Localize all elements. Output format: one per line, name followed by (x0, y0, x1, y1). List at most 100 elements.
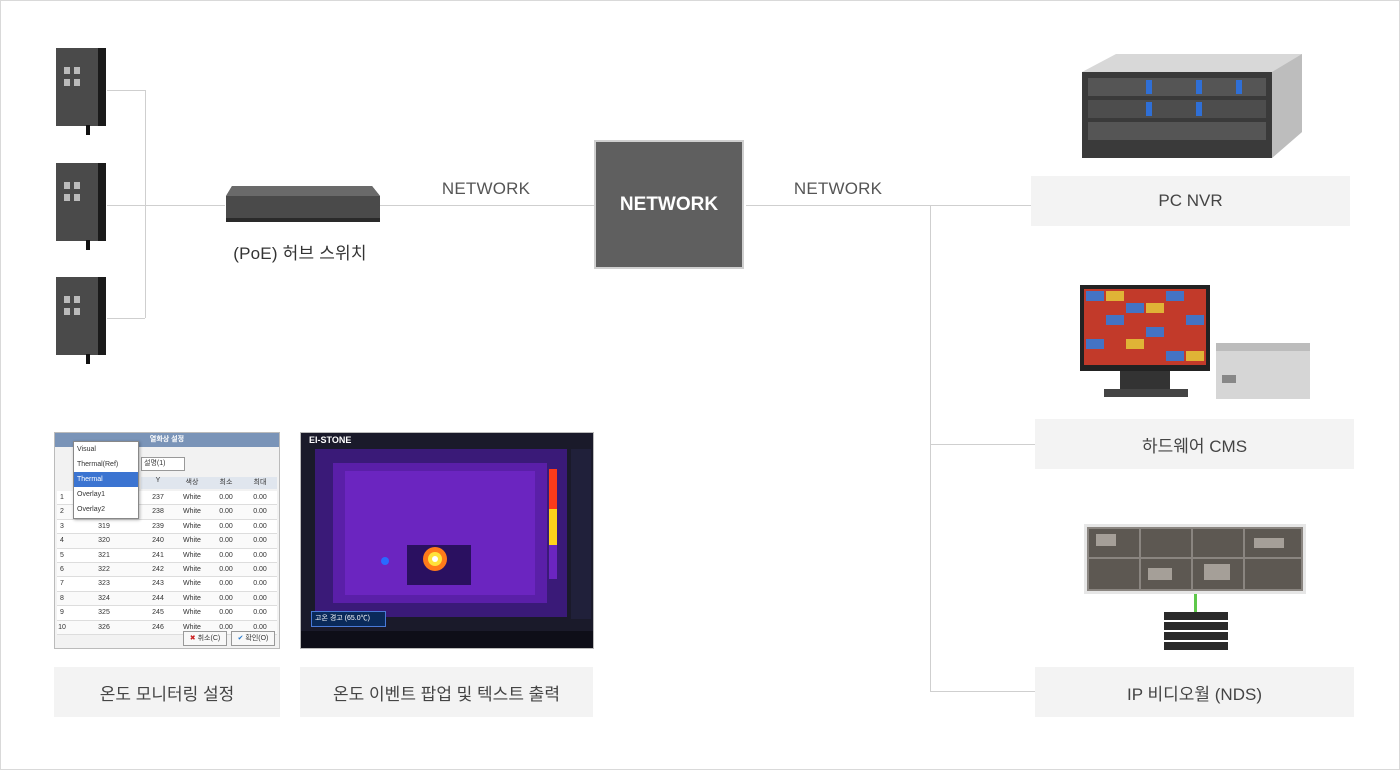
col-min: 최소 (219, 479, 233, 486)
row-x: 326 (98, 623, 110, 631)
col-color: 색상 (185, 479, 199, 486)
videowall-icon (1084, 524, 1306, 650)
network-label-left: NETWORK (441, 179, 531, 198)
table-row[interactable]: 4 320 240 White 0.00 0.00 (57, 534, 277, 549)
settings-title: 열화상 설정 (149, 436, 185, 443)
row-y: 237 (152, 494, 164, 501)
dropdown-option[interactable]: Overlay1 (74, 487, 138, 502)
row-max: 0.00 (253, 594, 267, 602)
row-x: 319 (98, 522, 110, 530)
row-x: 323 (98, 580, 110, 588)
table-row[interactable]: 9 325 245 White 0.00 0.00 (57, 606, 277, 621)
ok-icon: ✔ (237, 635, 244, 642)
settings-table-header: Y 색상 최소 최대 (141, 477, 277, 489)
row-number: 8 (60, 594, 64, 602)
row-color: White (183, 551, 201, 559)
settings-cancel-button[interactable]: ✖ 취소(C) (183, 631, 227, 646)
row-x: 321 (98, 551, 110, 559)
row-color: White (183, 580, 201, 588)
caption-ip-videowall-text: IP 비디오월 (NDS) (1127, 684, 1262, 704)
caption-hw-cms: 하드웨어 CMS (1035, 419, 1354, 469)
row-min: 0.00 (219, 565, 233, 573)
connector-switch-network (380, 205, 594, 206)
dropdown-option[interactable]: Visual (74, 442, 138, 457)
row-number: 6 (60, 565, 64, 573)
row-min: 0.00 (219, 609, 233, 617)
temp-event-screenshot: EI-STONE 고온 경고 (65.0℃) (300, 432, 594, 649)
row-max: 0.00 (253, 565, 267, 573)
thermal-view (315, 449, 567, 617)
dropdown-option[interactable]: Thermal(Ref) (74, 457, 138, 472)
row-number: 3 (60, 522, 64, 530)
row-min: 0.00 (219, 508, 233, 516)
settings-select-value: 설명(1) (144, 460, 166, 467)
event-logo-text: EI-STONE (309, 435, 352, 445)
connector-cam-vertical (145, 90, 146, 318)
thermal-camera-3 (56, 277, 106, 364)
caption-temp-monitor-text: 온도 모니터링 설정 (99, 684, 235, 704)
row-number: 7 (60, 580, 64, 588)
dropdown-option-selected[interactable]: Thermal (74, 472, 138, 487)
table-row[interactable]: 7 323 243 White 0.00 0.00 (57, 577, 277, 592)
row-y: 244 (152, 594, 164, 602)
thermal-camera-2 (56, 163, 106, 250)
table-row[interactable]: 6 322 242 White 0.00 0.00 (57, 562, 277, 578)
caption-pc-nvr-text: PC NVR (1158, 191, 1223, 210)
temp-settings-screenshot: 열화상 설정 설명(1) Y 색상 최소 최대 1 237 White 0.00 0.0… (54, 432, 280, 649)
connector-cam1 (107, 90, 145, 91)
row-number: 9 (60, 609, 64, 617)
row-y: 245 (152, 609, 164, 617)
row-min: 0.00 (219, 494, 233, 501)
caption-pc-nvr: PC NVR (1031, 176, 1350, 226)
row-x: 322 (98, 565, 110, 573)
cancel-icon: ✖ (189, 635, 196, 642)
row-number: 5 (60, 551, 64, 559)
row-min: 0.00 (219, 594, 233, 602)
row-number: 4 (60, 537, 64, 545)
event-status-bar (301, 631, 593, 648)
table-row[interactable]: 8 324 244 White 0.00 0.00 (57, 591, 277, 607)
row-max: 0.00 (253, 522, 267, 530)
caption-temp-monitor: 온도 모니터링 설정 (54, 667, 280, 717)
row-x: 320 (98, 537, 110, 545)
ok-label: 확인(O) (245, 635, 269, 642)
connector-network-right (746, 205, 1032, 206)
row-color: White (183, 494, 201, 501)
row-y: 242 (152, 565, 164, 573)
row-min: 0.00 (219, 551, 233, 559)
settings-select[interactable]: 설명(1) (141, 457, 185, 471)
event-alert-popup: 고온 경고 (65.0℃) (311, 611, 386, 627)
event-alert-text: 고온 경고 (65.0℃) (315, 615, 370, 622)
event-side-panel (571, 449, 591, 619)
col-max: 최대 (253, 479, 267, 486)
settings-dropdown: Visual Thermal(Ref) Thermal Overlay1 Ove… (73, 441, 139, 519)
pc-nvr-server-icon (1082, 54, 1302, 158)
connector-cam3 (107, 318, 145, 319)
row-number: 1 (60, 494, 64, 501)
settings-ok-button[interactable]: ✔ 확인(O) (231, 631, 275, 646)
network-center-box: NETWORK (594, 140, 744, 269)
row-min: 0.00 (219, 537, 233, 545)
network-label-right: NETWORK (793, 179, 883, 198)
row-y: 240 (152, 537, 164, 545)
row-y: 239 (152, 522, 164, 530)
row-max: 0.00 (253, 580, 267, 588)
table-row[interactable]: 5 321 241 White 0.00 0.00 (57, 548, 277, 563)
row-y: 246 (152, 623, 164, 631)
poe-switch-icon (226, 186, 380, 222)
connector-videowall (930, 691, 1036, 692)
connector-right-vertical (930, 205, 931, 692)
event-logo: EI-STONE (309, 435, 351, 445)
cancel-label: 취소(C) (197, 635, 221, 642)
row-min: 0.00 (219, 522, 233, 530)
connector-cms (930, 444, 1036, 445)
row-number: 2 (60, 508, 64, 516)
row-x: 324 (98, 594, 110, 602)
row-color: White (183, 522, 201, 530)
row-color: White (183, 508, 201, 516)
dropdown-option[interactable]: Overlay2 (74, 502, 138, 517)
row-color: White (183, 537, 201, 545)
row-color: White (183, 594, 201, 602)
table-row[interactable]: 3 319 239 White 0.00 0.00 (57, 519, 277, 535)
row-color: White (183, 609, 201, 617)
